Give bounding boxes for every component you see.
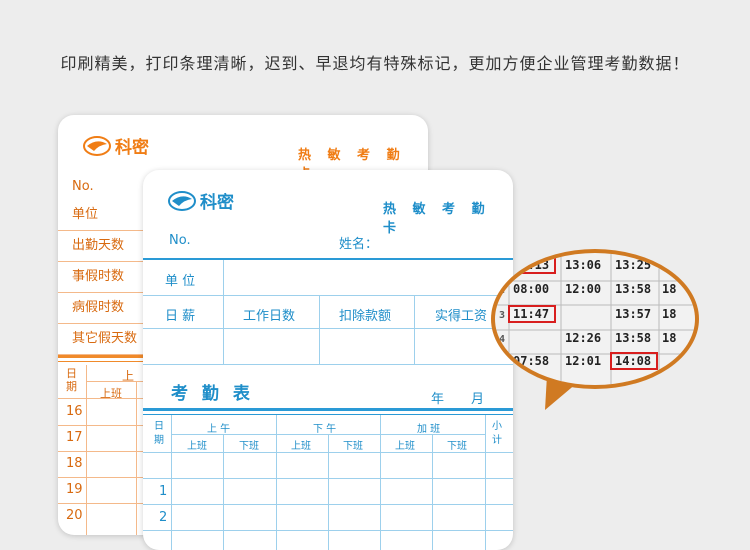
day-2: 2 xyxy=(159,510,168,525)
punch-time: 13:58 xyxy=(615,282,651,296)
flagged-punch-time: 14:08 xyxy=(615,354,651,368)
eagle-logo-icon xyxy=(83,135,111,156)
punch-time: 12:01 xyxy=(565,354,601,368)
am-out: 下班 xyxy=(239,441,259,452)
col-date: 日期 xyxy=(154,421,164,446)
col-ot: 加 班 xyxy=(417,424,441,435)
front-attendance-card: 科密 热 敏 考 勤 卡 No. 姓名： 单 位 日 薪 工作日数 扣除款额 实… xyxy=(143,170,513,550)
brand-logo: 科密 xyxy=(82,133,149,158)
pm-out: 下班 xyxy=(343,441,363,452)
attendance-table-title: 考 勤 表 xyxy=(171,384,254,404)
unit-label: 单 位 xyxy=(165,274,196,289)
brand-name: 科密 xyxy=(115,138,149,158)
ot-out: 下班 xyxy=(447,441,467,452)
ot-in: 上班 xyxy=(395,441,415,452)
header-date: 日期 xyxy=(66,367,77,393)
card-no-label: No. xyxy=(169,233,191,248)
am-in: 上班 xyxy=(187,441,207,452)
eagle-logo-icon xyxy=(168,190,196,211)
day-18: 18 xyxy=(66,456,83,471)
col-total: 小计 xyxy=(492,421,502,446)
punch-time: 13:58 xyxy=(615,331,651,345)
deduction-label: 扣除款额 xyxy=(339,309,392,324)
punch-time: 18 xyxy=(662,307,676,321)
card-title: 热 敏 考 勤 卡 xyxy=(383,202,491,236)
col-pm: 下 午 xyxy=(313,424,337,435)
punch-time: 18 xyxy=(662,282,676,296)
actual-pay-label: 实得工资 xyxy=(435,309,488,324)
punch-time: 13:57 xyxy=(615,307,651,321)
daily-pay-label: 日 薪 xyxy=(165,309,196,324)
day-1: 1 xyxy=(159,484,168,499)
pm-in: 上班 xyxy=(291,441,311,452)
zoom-bubble: 10:1313:0613:251208:0012:0013:5818311:47… xyxy=(491,249,699,410)
name-label: 姓名： xyxy=(339,237,379,252)
flagged-punch-time: 11:47 xyxy=(513,307,549,321)
year-label: 年 xyxy=(431,392,445,407)
day-20: 20 xyxy=(66,508,83,523)
punch-time: 13:06 xyxy=(565,258,601,272)
punch-time: 18 xyxy=(662,331,676,345)
day-19: 19 xyxy=(66,482,83,497)
col-am: 上 午 xyxy=(207,424,231,435)
work-days-label: 工作日数 xyxy=(243,309,296,324)
day-17: 17 xyxy=(66,430,83,445)
day-16: 16 xyxy=(66,404,83,419)
punch-time: 12:26 xyxy=(565,331,601,345)
brand-name: 科密 xyxy=(200,193,234,213)
brand-logo: 科密 xyxy=(167,188,234,213)
punch-time: 08:00 xyxy=(513,282,549,296)
headline: 印刷精美，打印条理清晰，迟到、早退均有特殊标记，更加方便企业管理考勤数据！ xyxy=(60,54,690,73)
month-label: 月 xyxy=(471,392,485,407)
punch-time: 12:00 xyxy=(565,282,601,296)
zoom-row-number: 3 xyxy=(499,310,505,321)
